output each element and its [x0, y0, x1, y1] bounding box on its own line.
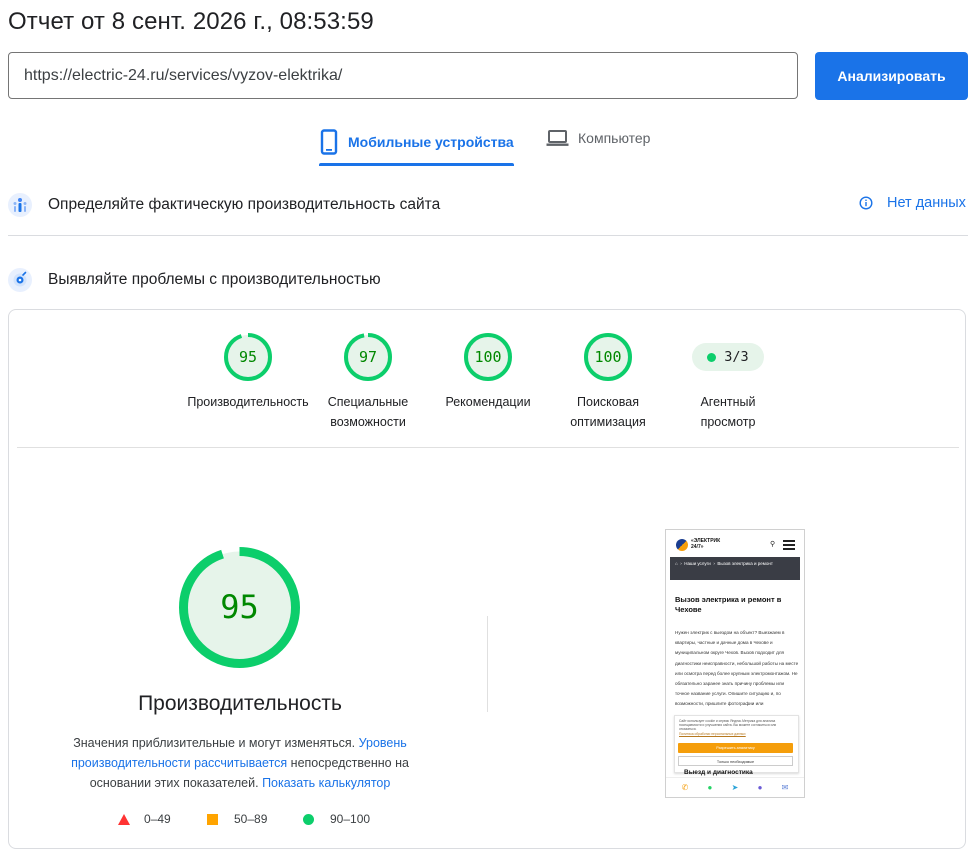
gauge-score: 100 [474, 348, 502, 366]
search-icon: ⚲ [770, 541, 776, 548]
active-tab-indicator [319, 163, 514, 166]
max-messenger-icon: ● [757, 783, 763, 792]
field-data-header: Определяйте фактическую производительнос… [8, 193, 440, 217]
hamburger-menu-icon [783, 540, 795, 550]
screenshot-necessary-button: Только необходимые [678, 756, 793, 766]
gauge-score: 100 [594, 348, 622, 366]
category-label[interactable]: Поисковая оптимизация [543, 392, 673, 432]
home-icon: ⌂ [675, 561, 678, 566]
report-title: Отчет от 8 сент. 2026 г., 08:53:59 [8, 8, 374, 35]
performance-description: Значения приблизительные и могут изменят… [71, 736, 409, 790]
section-divider [8, 235, 968, 236]
gauge-score: 97 [358, 348, 378, 366]
fail-triangle-icon [118, 813, 130, 825]
show-calculator-link[interactable]: Показать калькулятор [262, 776, 390, 790]
vertical-separator [487, 616, 488, 712]
category-gauge[interactable]: 100 [464, 333, 512, 381]
category-gauge[interactable]: 95 [224, 333, 272, 381]
screenshot-body-text: Нужен электрик с выездом на объект? Выез… [675, 630, 799, 707]
field-data-title: Определяйте фактическую производительнос… [48, 196, 441, 213]
pass-circle-icon [303, 813, 314, 825]
info-icon [859, 196, 873, 210]
crux-users-icon [8, 193, 32, 217]
screenshot-breadcrumb: ⌂ › Наши услуги › Вызов электрика и ремо… [670, 557, 800, 580]
tab-mobile-label: Мобильные устройства [348, 134, 514, 150]
site-logo-icon [676, 539, 688, 551]
category-gauge[interactable]: 100 [584, 333, 632, 381]
category-gauge[interactable]: 97 [344, 333, 392, 381]
legend-pass: 90–100 [303, 812, 370, 826]
tab-desktop[interactable]: Компьютер [546, 129, 650, 147]
agentic-value: 3/3 [724, 349, 749, 365]
screenshot-cookie-banner: Сайт использует cookie и сервис Яндекс.М… [674, 715, 799, 773]
laptop-icon [546, 129, 569, 147]
phone-icon: ✆ [681, 783, 689, 792]
no-data-label: Нет данных [887, 195, 966, 211]
analyze-button[interactable]: Анализировать [815, 52, 968, 100]
screenshot-site-header: «ЭЛЕКТРИК 24/7» ⚲ [666, 530, 804, 556]
gauge-score: 95 [238, 348, 258, 366]
performance-big-score: 95 [220, 588, 259, 626]
agentic-browsing-badge[interactable]: 3/3 [692, 343, 764, 371]
tab-desktop-label: Компьютер [578, 130, 651, 146]
pass-dot-icon [707, 352, 717, 362]
site-logo-text: «ЭЛЕКТРИК 24/7» [691, 538, 721, 550]
average-square-icon [207, 813, 218, 825]
legend-fail: 0–49 [118, 812, 171, 826]
screenshot-heading: Вызов электрика и ремонт в Чехове [675, 595, 782, 614]
screenshot-subheading: Выезд и диагностика [684, 769, 753, 776]
final-screenshot[interactable]: «ЭЛЕКТРИК 24/7» ⚲ ⌂ › Наши услуги › Вызо… [665, 529, 805, 798]
category-label[interactable]: Специальные возможности [303, 392, 433, 432]
gauges-divider [17, 447, 959, 448]
category-label[interactable]: Производительность [183, 392, 313, 412]
lab-data-title: Выявляйте проблемы с производительностью [48, 271, 381, 288]
whatsapp-icon: ● [707, 783, 713, 792]
url-input[interactable] [8, 52, 798, 99]
legend-average: 50–89 [207, 812, 267, 826]
telegram-icon: ➤ [731, 783, 739, 792]
email-icon: ✉ [781, 783, 789, 792]
lab-data-header: Выявляйте проблемы с производительностью [8, 268, 381, 292]
category-label[interactable]: Рекомендации [423, 392, 553, 412]
lighthouse-icon [8, 268, 32, 292]
no-data-link[interactable]: Нет данных [859, 195, 966, 211]
agentic-label[interactable]: Агентный просмотр [663, 392, 793, 432]
screenshot-contact-bar: ✆ ● ➤ ● ✉ [666, 777, 804, 797]
screenshot-accept-button: Разрешить аналитику [678, 743, 793, 753]
performance-big-label: Производительность [138, 692, 342, 715]
smartphone-icon [320, 129, 338, 155]
tab-mobile[interactable]: Мобильные устройства [320, 129, 514, 155]
